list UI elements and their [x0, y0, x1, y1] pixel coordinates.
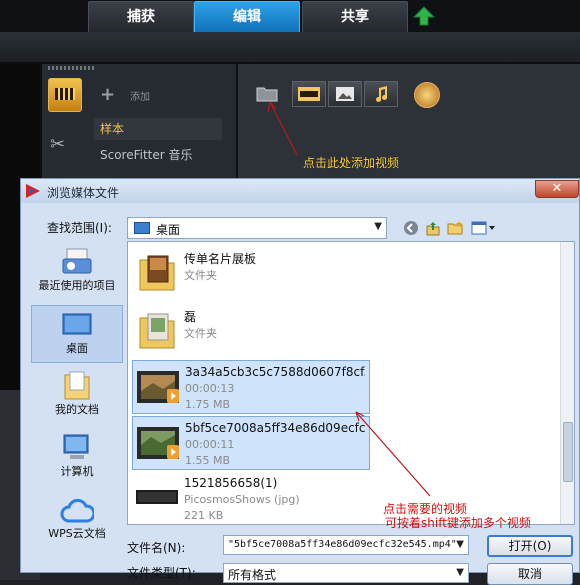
annotation-arrow-select — [355, 411, 431, 497]
annotation-shift-hint: 可按着shift键添加多个视频 — [385, 516, 531, 530]
